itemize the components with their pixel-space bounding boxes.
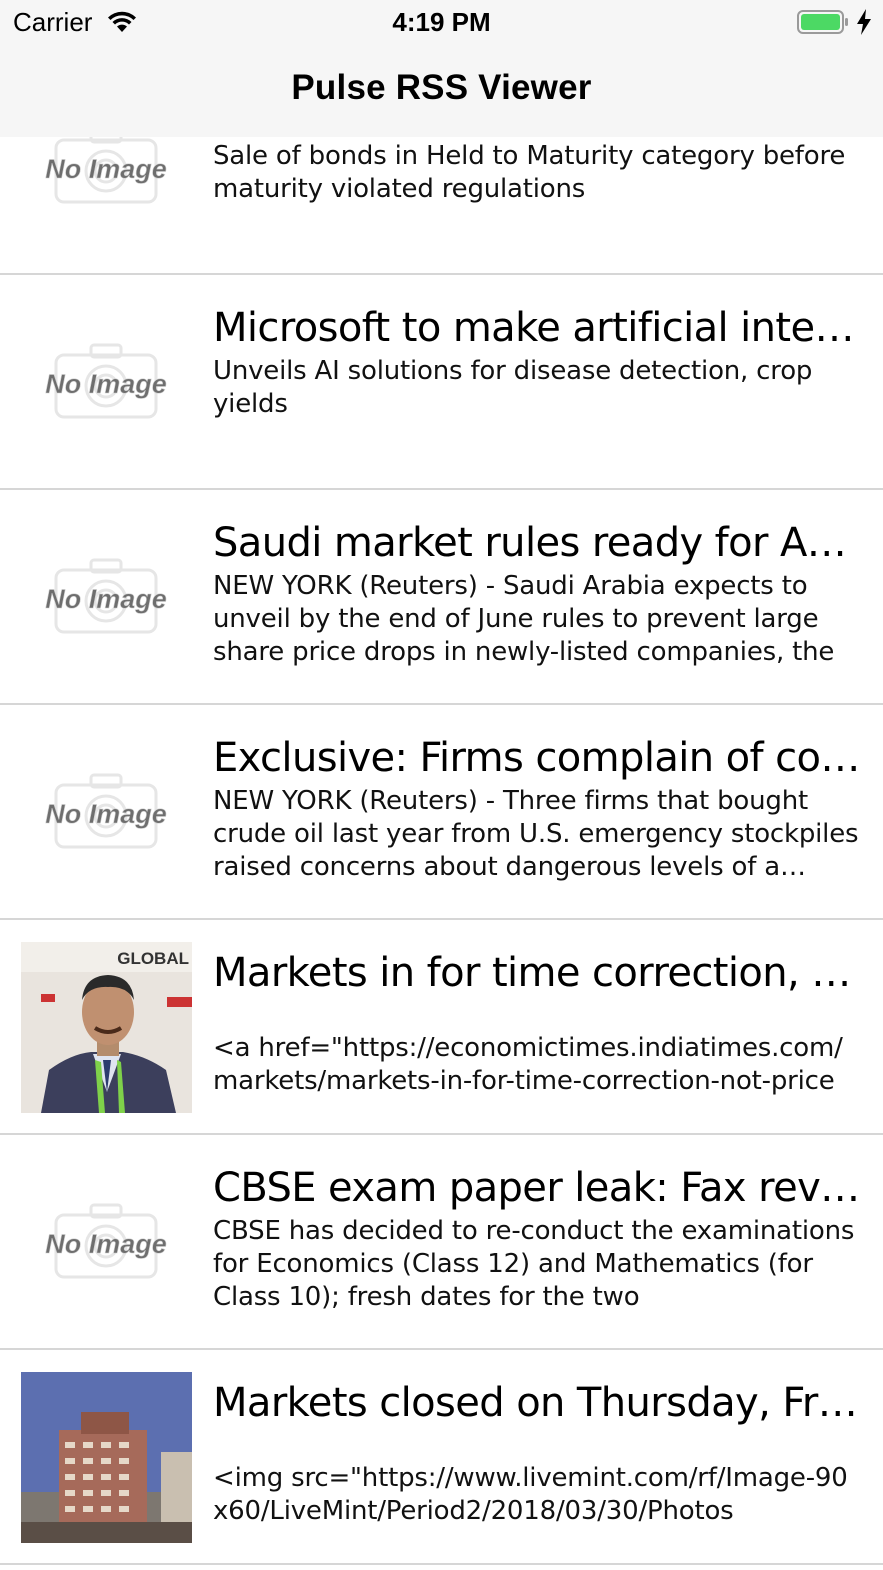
feed-row-title: Markets in for time correction, not pric… — [213, 950, 861, 996]
battery-icon — [797, 10, 848, 34]
no-image-text: No Image — [45, 1229, 167, 1259]
no-image-placeholder: No Image — [45, 558, 167, 634]
feed-row-thumbnail: GLOBAL — [21, 942, 192, 1113]
feed-row[interactable]: No Image Exclusive: Firms complain of co… — [0, 705, 883, 920]
charging-bolt-icon — [857, 9, 871, 35]
feed-row-title: Markets closed on Thursday, Friday — [213, 1380, 861, 1426]
feed-row-thumbnail — [21, 1372, 192, 1543]
no-image-text: No Image — [45, 369, 167, 399]
feed-row-description: NEW YORK (Reuters) - Saudi Arabia expect… — [213, 571, 835, 667]
no-image-placeholder: No Image — [45, 1203, 167, 1279]
feed-row-description: CBSE has decided to re-conduct the exami… — [213, 1216, 855, 1312]
feed-row-thumbnail: No Image — [21, 512, 192, 683]
no-image-text: No Image — [45, 584, 167, 614]
no-image-placeholder: No Image — [45, 343, 167, 419]
feed-row[interactable]: No Image Saudi market rules ready for Ar… — [0, 490, 883, 705]
feed-row-description: <a href="https://economictimes.indiatime… — [213, 1033, 843, 1096]
status-time: 4:19 PM — [392, 7, 491, 37]
top-header: Carrier 4:19 PM Pulse RSS Viewer — [0, 0, 883, 137]
rss-feed-list[interactable]: No Image Sale of bonds in Held to Maturi… — [0, 60, 883, 1565]
news-thumbnail-photo: GLOBAL — [21, 942, 192, 1113]
feed-row[interactable]: Markets closed on Thursday, Friday <img s… — [0, 1350, 883, 1565]
feed-row-title: Exclusive: Firms complain of contaminate… — [213, 735, 861, 781]
feed-row[interactable]: No Image CBSE exam paper leak: Fax revea… — [0, 1135, 883, 1350]
feed-row-title: CBSE exam paper leak: Fax reveals — [213, 1165, 861, 1211]
feed-row-title: Microsoft to make artificial intelligenc… — [213, 305, 861, 351]
page-title: Pulse RSS Viewer — [291, 68, 592, 107]
feed-row-title: Saudi market rules ready for Aramco — [213, 520, 861, 566]
feed-row-thumbnail: No Image — [21, 297, 192, 468]
status-bar: Carrier 4:19 PM — [0, 0, 883, 44]
feed-row-thumbnail: No Image — [21, 727, 192, 898]
news-thumbnail-photo — [21, 1372, 192, 1543]
feed-row[interactable]: GLOBAL Markets in for time correction, n… — [0, 920, 883, 1135]
feed-row-description: Unveils AI solutions for disease detecti… — [213, 356, 813, 419]
feed-row-thumbnail: No Image — [21, 1157, 192, 1328]
no-image-text: No Image — [45, 799, 167, 829]
no-image-placeholder: No Image — [45, 773, 167, 849]
no-image-text: No Image — [45, 154, 167, 184]
svg-text:GLOBAL: GLOBAL — [117, 949, 189, 968]
feed-row[interactable]: No Image Microsoft to make artificial in… — [0, 275, 883, 490]
feed-row-description: <img src="https://www.livemint.com/rf/Im… — [213, 1463, 848, 1526]
feed-row-description: Sale of bonds in Held to Maturity catego… — [213, 141, 846, 204]
feed-row-description: NEW YORK (Reuters) - Three firms that bo… — [213, 786, 859, 882]
